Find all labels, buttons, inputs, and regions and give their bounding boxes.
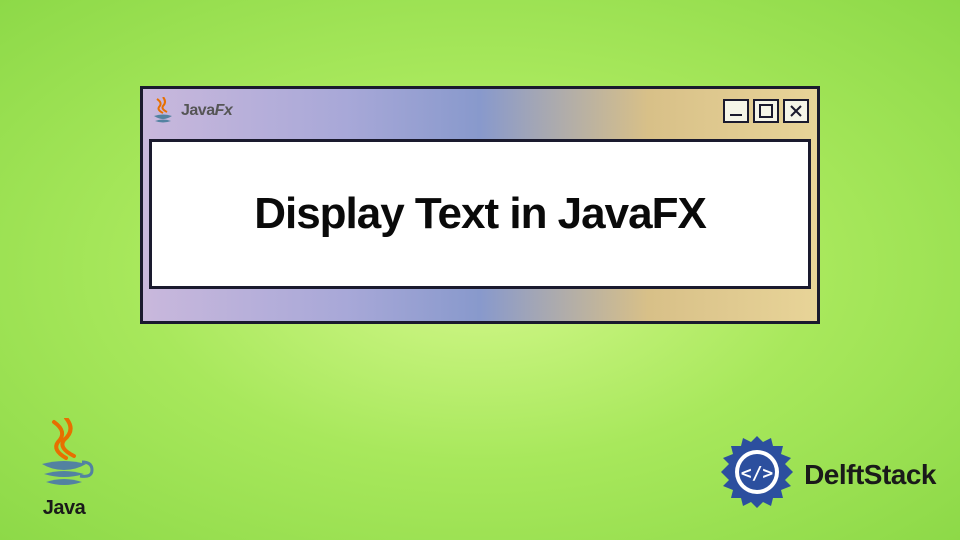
- delftstack-logo: </> DelftStack: [718, 433, 936, 516]
- content-area: Display Text in JavaFX: [149, 139, 811, 289]
- content-border: Display Text in JavaFX: [143, 133, 817, 295]
- maximize-button[interactable]: [753, 99, 779, 123]
- minimize-button[interactable]: [723, 99, 749, 123]
- java-logo: Java: [34, 418, 94, 520]
- display-text: Display Text in JavaFX: [254, 189, 706, 239]
- close-button[interactable]: [783, 99, 809, 123]
- java-logo-text: Java: [43, 497, 86, 520]
- java-cup-icon: [34, 418, 94, 495]
- javafx-window: JavaFx Display Text in JavaFX: [140, 86, 820, 324]
- window-controls: [723, 99, 809, 123]
- delftstack-gear-icon: </>: [718, 433, 796, 516]
- titlebar-title: JavaFx: [151, 97, 232, 125]
- svg-text:</>: </>: [741, 463, 774, 484]
- titlebar: JavaFx: [143, 89, 817, 133]
- delftstack-logo-text: DelftStack: [804, 459, 936, 491]
- app-title-java: Java: [181, 102, 215, 119]
- app-title-label: JavaFx: [181, 102, 232, 120]
- bottom-strip: [143, 295, 817, 321]
- java-cup-icon: [151, 97, 175, 125]
- app-title-fx: Fx: [215, 102, 233, 119]
